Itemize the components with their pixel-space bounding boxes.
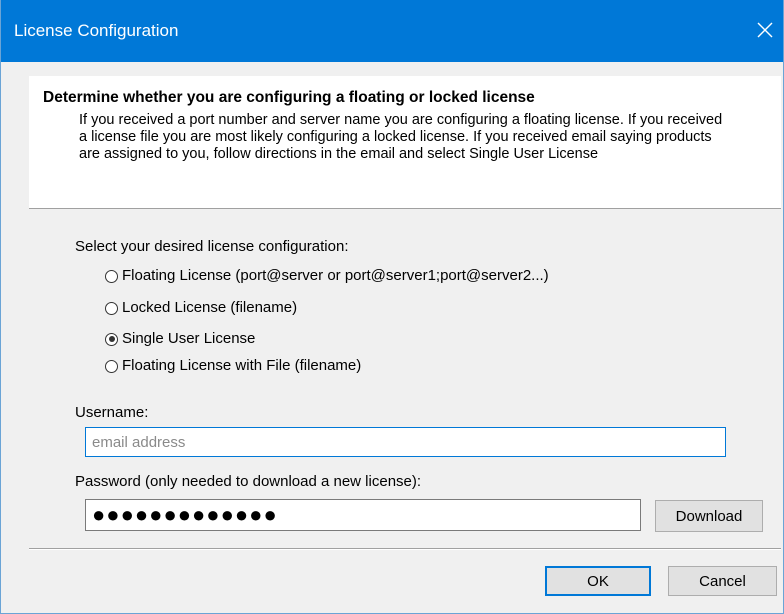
divider bbox=[29, 548, 781, 550]
password-input[interactable] bbox=[85, 499, 641, 531]
radio-label: Locked License (filename) bbox=[122, 299, 298, 316]
radio-button[interactable] bbox=[105, 359, 118, 373]
radio-label: Single User License bbox=[122, 330, 256, 347]
radio-button[interactable] bbox=[105, 301, 118, 315]
header-title: Determine whether you are configuring a … bbox=[43, 89, 535, 106]
radio-floating-license[interactable]: Floating License (port@server or port@se… bbox=[105, 265, 549, 287]
radio-floating-license-with-file[interactable]: Floating License with File (filename) bbox=[105, 355, 361, 377]
cancel-button[interactable]: Cancel bbox=[668, 566, 777, 596]
radio-single-user-license[interactable]: Single User License bbox=[105, 328, 255, 350]
header-panel: Determine whether you are configuring a … bbox=[29, 76, 781, 209]
window-title: License Configuration bbox=[14, 21, 179, 40]
radio-button[interactable] bbox=[105, 269, 118, 283]
username-input[interactable] bbox=[85, 427, 726, 457]
close-icon bbox=[757, 22, 773, 38]
radio-label: Floating License (port@server or port@se… bbox=[122, 267, 549, 284]
license-configuration-dialog: License Configuration Determine whether … bbox=[0, 0, 784, 614]
close-button[interactable] bbox=[749, 10, 783, 50]
radio-button[interactable] bbox=[105, 332, 118, 346]
header-description: If you received a port number and server… bbox=[79, 112, 723, 162]
license-config-prompt: Select your desired license configuratio… bbox=[75, 238, 349, 255]
password-label: Password (only needed to download a new … bbox=[75, 473, 422, 490]
radio-label: Floating License with File (filename) bbox=[122, 357, 362, 374]
radio-locked-license[interactable]: Locked License (filename) bbox=[105, 297, 297, 319]
title-bar: License Configuration bbox=[1, 0, 783, 62]
ok-button[interactable]: OK bbox=[545, 566, 651, 596]
download-button[interactable]: Download bbox=[655, 500, 763, 532]
username-label: Username: bbox=[75, 404, 149, 421]
